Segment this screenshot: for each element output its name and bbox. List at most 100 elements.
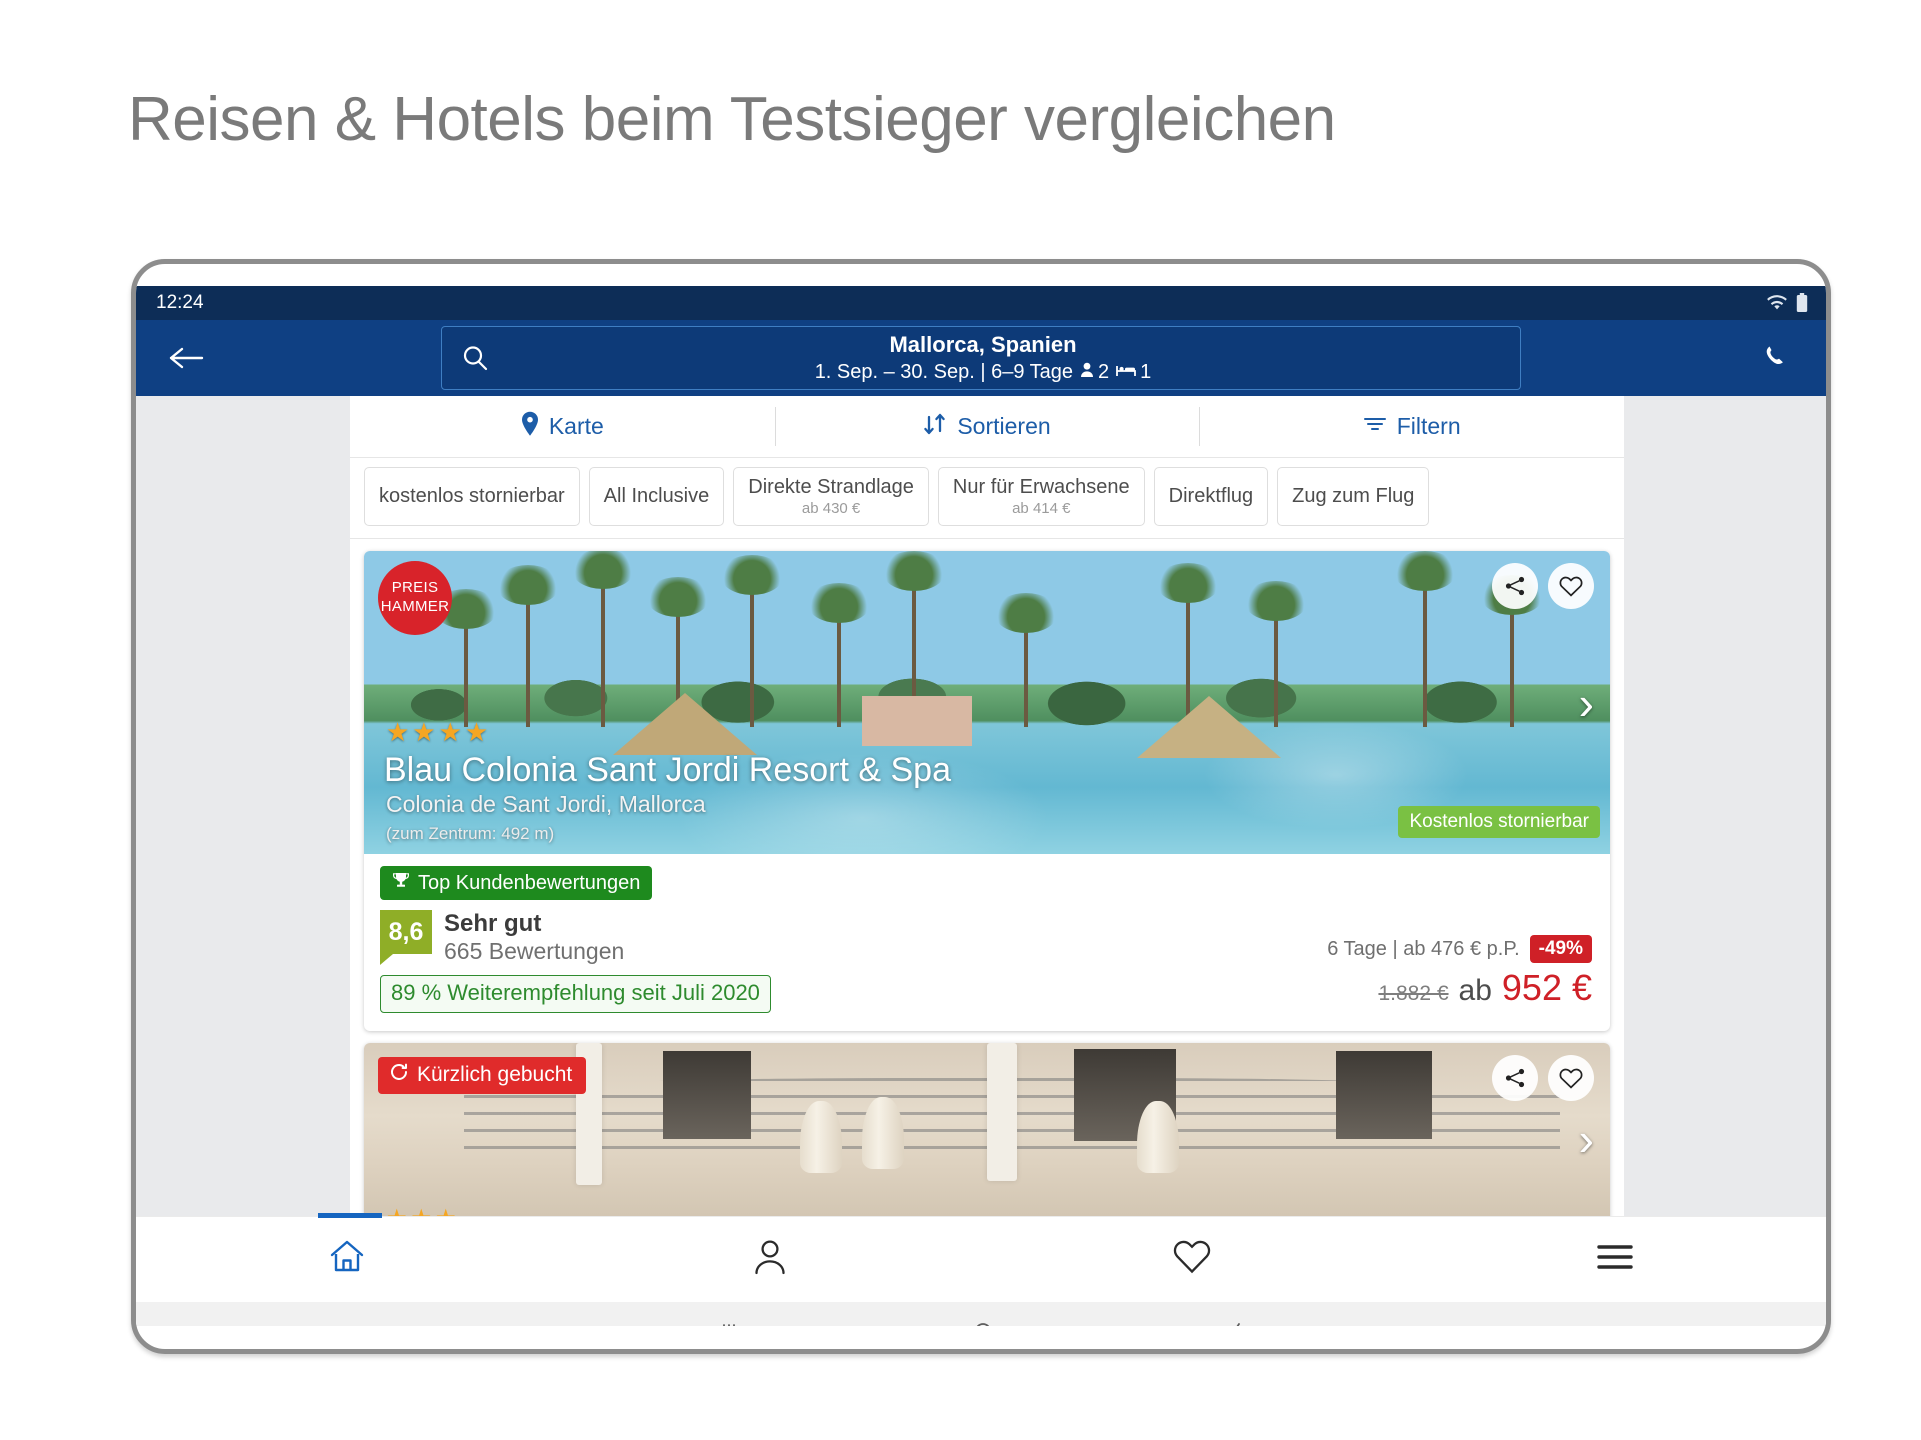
results-sheet: Karte Sortieren Filtern kostenlos storni…: [350, 396, 1624, 1216]
cancellation-badge: Kostenlos stornierbar: [1398, 806, 1600, 838]
hotel-star-rating: ★★★: [386, 1204, 460, 1216]
filter-chip-sublabel: ab 430 €: [801, 500, 861, 517]
filter-icon: [1363, 413, 1387, 440]
hotel-photo[interactable]: PREIS HAMMER › ★★★★ Blau Colonia Sant Jo…: [364, 551, 1610, 854]
sort-icon: [923, 412, 947, 442]
recently-booked-badge: Kürzlich gebucht: [378, 1057, 587, 1095]
heart-icon: [1172, 1239, 1212, 1280]
price-hammer-badge: PREIS HAMMER: [378, 561, 452, 635]
search-summary: Mallorca, Spanien 1. Sep. – 30. Sep. | 6…: [464, 331, 1502, 386]
sort-button[interactable]: Sortieren: [774, 396, 1200, 457]
nav-item-home[interactable]: [136, 1238, 559, 1281]
map-button-label: Karte: [548, 413, 604, 439]
filter-chip[interactable]: Direkte Strandlage ab 430 €: [733, 467, 929, 526]
scroll-indicator: [318, 1213, 382, 1218]
rating-word: Sehr gut: [444, 910, 542, 937]
heart-icon[interactable]: [1548, 1055, 1594, 1102]
filter-chip-label: All Inclusive: [603, 485, 710, 507]
discount-badge: -49%: [1529, 935, 1592, 964]
circle-home-icon[interactable]: [970, 1321, 996, 1326]
price-hammer-line1: PREIS: [391, 579, 439, 597]
chevron-right-icon[interactable]: ›: [1579, 680, 1594, 726]
hotel-card[interactable]: PREIS HAMMER › ★★★★ Blau Colonia Sant Jo…: [364, 551, 1610, 1032]
status-icon-group: [1766, 293, 1808, 313]
battery-icon: [1796, 293, 1808, 313]
nav-item-account[interactable]: [559, 1238, 982, 1281]
hamburger-menu-icon: [1596, 1243, 1634, 1276]
map-button[interactable]: Karte: [350, 396, 775, 457]
tablet-frame: 12:24 Mallorca, Spanien 1. Sep. – 30. Se…: [131, 259, 1831, 1354]
status-time: 12:24: [156, 292, 204, 313]
phone-icon[interactable]: [1748, 330, 1804, 386]
price-detail-text: 6 Tage | ab 476 € p.P.: [1327, 937, 1520, 960]
filter-button-label: Filtern: [1396, 413, 1461, 439]
heart-icon[interactable]: [1548, 563, 1594, 609]
share-icon[interactable]: [1492, 563, 1538, 609]
search-guests: 2: [1080, 360, 1109, 385]
search-bar[interactable]: Mallorca, Spanien 1. Sep. – 30. Sep. | 6…: [441, 326, 1521, 390]
hotel-card[interactable]: Kürzlich gebucht › ★★★: [364, 1043, 1610, 1216]
price-prefix: ab: [1458, 974, 1492, 1008]
person-icon: [752, 1238, 788, 1281]
recents-icon[interactable]: [716, 1322, 742, 1326]
person-icon: [1080, 360, 1094, 385]
guest-count: 2: [1098, 361, 1110, 384]
hotel-card-info: Top Kundenbewertungen 8,6 Sehr gut 665 B…: [364, 854, 1610, 1031]
filter-chip[interactable]: kostenlos stornierbar: [364, 467, 580, 526]
review-count: 665 Bewertungen: [444, 937, 625, 964]
map-pin-icon: [521, 411, 539, 443]
filter-chip-label: kostenlos stornierbar: [379, 485, 565, 507]
search-destination: Mallorca, Spanien: [889, 331, 1077, 357]
filter-chip[interactable]: Direktflug: [1153, 467, 1269, 526]
current-price: 952 €: [1501, 967, 1592, 1009]
chevron-right-icon[interactable]: ›: [1579, 1116, 1594, 1162]
page-title: Reisen & Hotels beim Testsieger vergleic…: [128, 85, 1336, 154]
palm-decoration: [364, 551, 1610, 727]
status-bar: 12:24: [136, 286, 1826, 320]
price-hammer-line2: HAMMER: [380, 598, 450, 615]
filter-chip[interactable]: Zug zum Flug: [1277, 467, 1430, 526]
sort-button-label: Sortieren: [957, 413, 1051, 439]
rating-score: 8,6: [380, 910, 432, 965]
room-count: 1: [1140, 361, 1152, 384]
wifi-icon: [1766, 295, 1788, 311]
back-arrow-icon[interactable]: [158, 330, 214, 386]
rating-text: Sehr gut 665 Bewertungen: [444, 910, 624, 965]
top-reviews-badge: Top Kundenbewertungen: [380, 866, 653, 900]
filter-chip[interactable]: All Inclusive: [588, 467, 725, 526]
device-screen: 12:24 Mallorca, Spanien 1. Sep. – 30. Se…: [136, 286, 1826, 1326]
search-details: 1. Sep. – 30. Sep. | 6–9 Tage 2 1: [464, 360, 1502, 385]
price-block: 6 Tage | ab 476 € p.P. -49% 1.882 € ab 9…: [1327, 935, 1592, 1009]
filter-chip-label: Nur für Erwachsene: [952, 476, 1130, 498]
old-price: 1.882 €: [1378, 982, 1449, 1006]
filter-button[interactable]: Filtern: [1199, 396, 1624, 457]
nav-item-favorites[interactable]: [981, 1239, 1404, 1280]
hotel-photo[interactable]: Kürzlich gebucht › ★★★: [364, 1043, 1610, 1216]
bottom-navigation: [136, 1213, 1827, 1302]
share-icon[interactable]: [1492, 1055, 1538, 1102]
back-chevron-icon[interactable]: [1224, 1321, 1246, 1326]
app-bar: Mallorca, Spanien 1. Sep. – 30. Sep. | 6…: [136, 320, 1826, 396]
refresh-icon: [389, 1062, 409, 1088]
recently-booked-label: Kürzlich gebucht: [417, 1063, 573, 1087]
nav-item-menu[interactable]: [1404, 1243, 1827, 1276]
price-row: 1.882 € ab 952 €: [1327, 967, 1592, 1009]
search-dates: 1. Sep. – 30. Sep. | 6–9 Tage: [814, 361, 1074, 384]
home-icon: [328, 1238, 366, 1281]
action-row: Karte Sortieren Filtern: [350, 396, 1624, 458]
top-reviews-label: Top Kundenbewertungen: [418, 871, 641, 894]
bed-icon: [1116, 360, 1137, 385]
filter-chip[interactable]: Nur für Erwachsene ab 414 €: [937, 467, 1145, 526]
filter-chip-sublabel: ab 414 €: [1012, 500, 1071, 517]
photo-action-group: [1492, 1055, 1594, 1102]
trophy-icon: [392, 871, 410, 895]
hotel-location: Colonia de Sant Jordi, Mallorca: [386, 791, 706, 817]
search-rooms: 1: [1116, 360, 1151, 385]
price-details-row: 6 Tage | ab 476 € p.P. -49%: [1327, 935, 1592, 964]
results-area[interactable]: Karte Sortieren Filtern kostenlos storni…: [136, 396, 1826, 1216]
hotel-distance: (zum Zentrum: 492 m): [386, 824, 555, 843]
filter-chip-row: kostenlos stornierbar All Inclusive Dire…: [350, 458, 1624, 539]
filter-chip-label: Direktflug: [1168, 485, 1254, 507]
filter-chip-label: Zug zum Flug: [1292, 485, 1415, 507]
recommendation-badge: 89 % Weiterempfehlung seit Juli 2020: [380, 975, 771, 1014]
